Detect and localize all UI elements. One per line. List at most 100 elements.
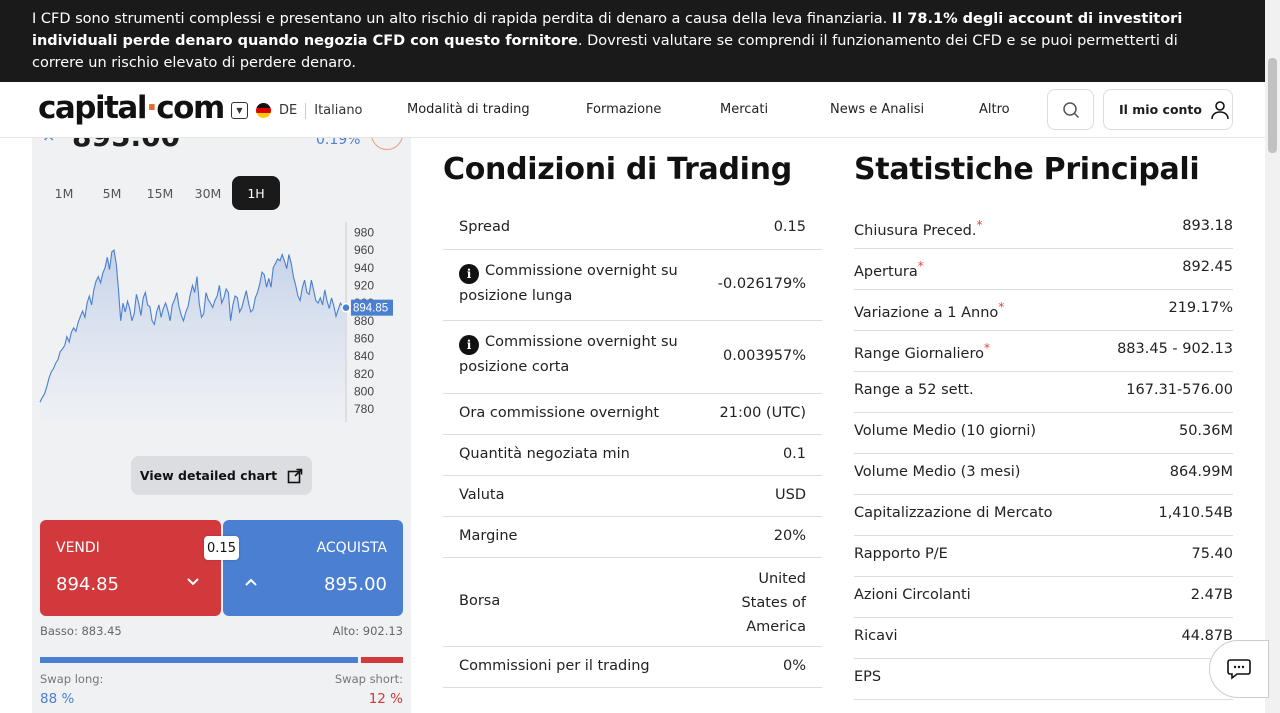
price-summary-partial: × 895.00 0.19% bbox=[40, 138, 410, 152]
buy-label: ACQUISTA bbox=[316, 540, 387, 556]
trading-row-key: Borsa bbox=[459, 592, 501, 609]
stat-row-key-text: Volume Medio (3 mesi) bbox=[854, 464, 1021, 480]
stat-row-key-text: Chiusura Preced. bbox=[854, 222, 977, 239]
stat-row-key: Range a 52 sett. bbox=[854, 382, 974, 398]
view-detailed-chart-button[interactable]: View detailed chart bbox=[131, 456, 312, 495]
chart-y-tick-label: 780 bbox=[354, 402, 374, 416]
daily-low: Basso: 883.45 bbox=[40, 624, 122, 638]
info-icon[interactable]: i bbox=[459, 335, 479, 355]
page-scrollbar[interactable] bbox=[1265, 0, 1280, 713]
trading-row-key-text: Commissione overnight su posizione corta bbox=[459, 334, 678, 375]
user-icon bbox=[1211, 100, 1229, 119]
trading-row-value: -0.026179% bbox=[717, 275, 806, 292]
sell-price: 894.85 bbox=[56, 574, 119, 595]
chevron-down-icon: ▼ bbox=[231, 102, 248, 119]
search-button[interactable] bbox=[1047, 89, 1094, 130]
stat-row-key-text: Rapporto P/E bbox=[854, 546, 948, 562]
stat-row-value: 892.45 bbox=[1182, 259, 1233, 275]
language-selector[interactable]: ▼ DE Italiano bbox=[231, 102, 363, 119]
nav-more[interactable]: Altro bbox=[979, 102, 1010, 117]
timeframe-30m[interactable]: 30M bbox=[184, 176, 232, 210]
timeframe-1m[interactable]: 1M bbox=[40, 176, 88, 210]
stat-row: EPS bbox=[854, 659, 1233, 700]
trading-row: Commissioni per il trading 0% bbox=[443, 647, 822, 688]
chat-icon bbox=[1227, 659, 1251, 680]
trading-row-key: Margine bbox=[459, 527, 518, 544]
trading-row-value: 20% bbox=[773, 527, 806, 544]
nav-markets[interactable]: Mercati bbox=[720, 102, 768, 117]
trading-row-key: Quantità negoziata min bbox=[459, 445, 630, 462]
chart-y-tick-label: 960 bbox=[354, 243, 374, 257]
trading-row-key: Valuta bbox=[459, 486, 505, 503]
stat-row-value: 75.40 bbox=[1191, 546, 1233, 562]
stat-row-key: Apertura* bbox=[854, 259, 924, 280]
trading-row: i Commissione overnight su posizione lung… bbox=[443, 250, 822, 321]
site-header: capital·com ▼ DE Italiano Modalità di tr… bbox=[0, 82, 1265, 138]
nav-news-analysis[interactable]: News e Analisi bbox=[830, 102, 924, 117]
chevron-down-icon bbox=[187, 578, 199, 586]
stat-row: Apertura* 892.45 bbox=[854, 249, 1233, 290]
risk-warning-text: I CFD sono strumenti complessi e present… bbox=[32, 11, 888, 27]
chart-y-tick-label: 820 bbox=[354, 367, 374, 381]
buy-button[interactable]: ACQUISTA 895.00 bbox=[223, 520, 403, 616]
stat-row-value: 1,410.54B bbox=[1158, 505, 1233, 521]
close-icon[interactable]: × bbox=[42, 138, 55, 145]
info-icon[interactable]: i bbox=[459, 264, 479, 284]
stat-row-key-text: Range a 52 sett. bbox=[854, 382, 974, 398]
trading-row-value: USD bbox=[775, 486, 806, 503]
key-stats-title: Statistiche Principali bbox=[854, 152, 1200, 187]
stat-row: Volume Medio (10 giorni) 50.36M bbox=[854, 413, 1233, 454]
stat-row-key-text: Capitalizzazione di Mercato bbox=[854, 505, 1053, 521]
chat-support-button[interactable] bbox=[1209, 640, 1269, 698]
swap-short-label: Swap short: bbox=[334, 672, 403, 686]
price-chart[interactable]: 980960940920900880860840820800780894.85 bbox=[38, 222, 398, 422]
swap-ratio-bar bbox=[40, 657, 403, 663]
footnote-asterisk: * bbox=[976, 218, 983, 232]
swap-short-value: 12 % bbox=[368, 691, 403, 707]
stat-row: Range a 52 sett. 167.31-576.00 bbox=[854, 372, 1233, 413]
trading-row-key-text: Commissione overnight su posizione lunga bbox=[459, 263, 678, 304]
trading-row: i Commissione overnight su posizione cort… bbox=[443, 321, 822, 394]
capital-com-logo[interactable]: capital·com bbox=[38, 90, 225, 126]
stat-row-key: Capitalizzazione di Mercato bbox=[854, 505, 1053, 521]
spread-badge: 0.15 bbox=[204, 536, 239, 560]
stat-row-key: EPS bbox=[854, 669, 881, 685]
stat-row-key-text: EPS bbox=[854, 669, 882, 685]
sell-button[interactable]: VENDI 894.85 bbox=[40, 520, 221, 616]
daily-high: Alto: 902.13 bbox=[332, 624, 403, 638]
chart-y-tick-label: 800 bbox=[354, 384, 374, 398]
footnote-asterisk: * bbox=[983, 341, 991, 355]
nav-trading-modes[interactable]: Modalità di trading bbox=[407, 102, 530, 117]
favorite-icon[interactable] bbox=[371, 138, 403, 150]
nav-education[interactable]: Formazione bbox=[586, 102, 661, 117]
swap-long-label: Swap long: bbox=[40, 672, 104, 686]
stat-row-key-text: Range Giornaliero bbox=[854, 345, 984, 362]
chart-y-tick-label: 840 bbox=[354, 349, 374, 363]
stat-row: Range Giornaliero* 883.45 - 902.13 bbox=[854, 331, 1233, 372]
chart-y-tick-label: 920 bbox=[354, 278, 374, 292]
stat-row: Capitalizzazione di Mercato 1,410.54B bbox=[854, 495, 1233, 536]
stat-row-key: Volume Medio (10 giorni) bbox=[854, 423, 1036, 439]
trading-row-key: i Commissione overnight su posizione cort… bbox=[459, 330, 699, 379]
timeframe-1h[interactable]: 1H bbox=[232, 176, 280, 210]
timeframe-5m[interactable]: 5M bbox=[88, 176, 136, 210]
buy-price: 895.00 bbox=[324, 574, 387, 595]
stat-row: Variazione a 1 Anno* 219.17% bbox=[854, 290, 1233, 331]
country-code: DE bbox=[279, 103, 298, 118]
my-account-button[interactable]: Il mio conto bbox=[1103, 89, 1233, 130]
stat-row-value: 50.36M bbox=[1178, 423, 1233, 439]
chart-y-tick-label: 980 bbox=[354, 225, 374, 239]
scrollbar-thumb[interactable] bbox=[1268, 58, 1277, 153]
chart-area-fill bbox=[40, 250, 345, 422]
stat-row-key: Chiusura Preced.* bbox=[854, 218, 983, 239]
timeframe-15m[interactable]: 15M bbox=[136, 176, 184, 210]
view-detailed-chart-label: View detailed chart bbox=[139, 468, 278, 483]
stat-row-key-text: Volume Medio (10 giorni) bbox=[854, 423, 1037, 439]
trading-row: Borsa United States of America bbox=[443, 558, 822, 647]
stat-row-key: Range Giornaliero* bbox=[854, 341, 990, 362]
stat-row: Ricavi 44.87B bbox=[854, 618, 1233, 659]
chart-current-price-label: 894.85 bbox=[353, 303, 388, 315]
trading-row: Margine 20% bbox=[443, 517, 822, 558]
footnote-asterisk: * bbox=[917, 259, 924, 273]
swap-long-value: 88 % bbox=[40, 691, 75, 707]
